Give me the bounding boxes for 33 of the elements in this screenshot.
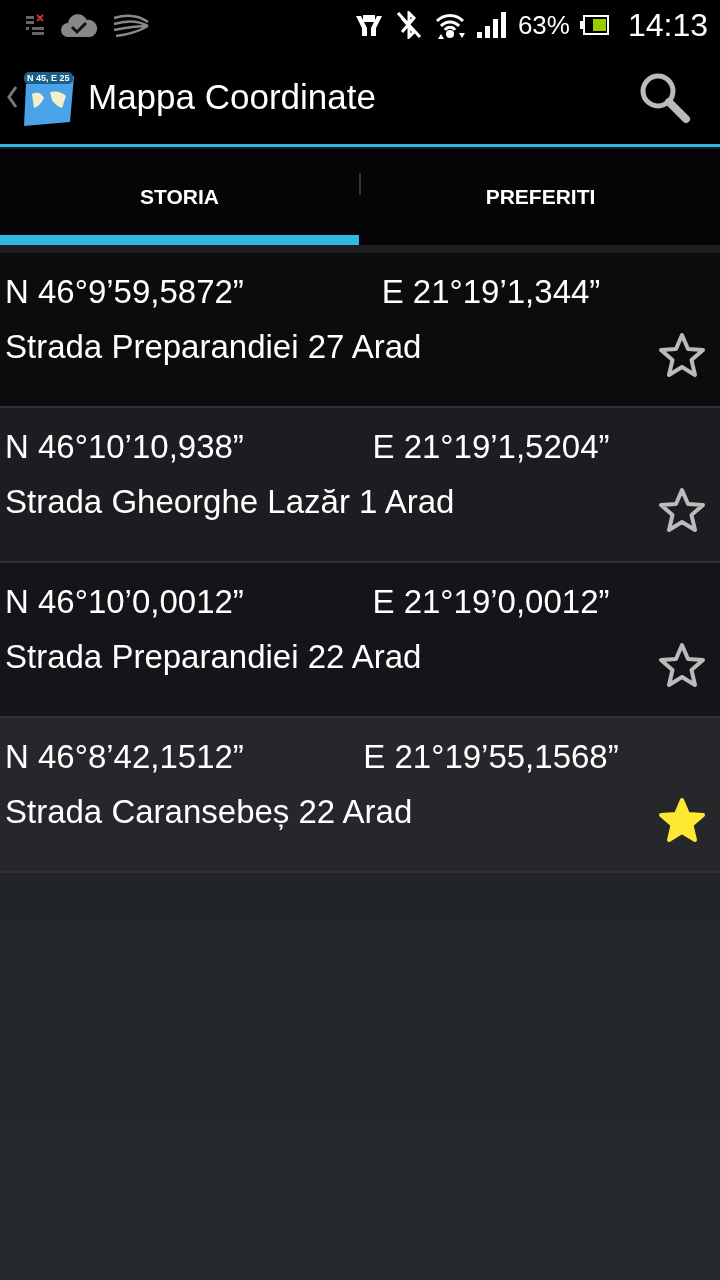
battery-percent: 63%	[517, 9, 570, 41]
signal-icon	[475, 11, 508, 39]
address: Strada Preparandiei 27 Arad	[5, 328, 422, 366]
clock: 14:13	[627, 6, 708, 44]
app-icon-label: N 45, E 25	[24, 72, 73, 84]
history-row[interactable]: N 46°10’0,0012” E 21°19’0,0012” Strada Preparandiei 22 Arad	[0, 563, 720, 718]
tab[interactable]: PREFERITI	[361, 149, 720, 245]
latitude: N 46°8’42,1512”	[5, 738, 245, 776]
longitude: E 21°19’1,5204”	[371, 428, 611, 466]
app-home-button[interactable]: N 45, E 25	[0, 68, 78, 126]
app-title: Mappa Coordinate	[88, 77, 377, 117]
address: Strada Gheorghe Lazăr 1 Arad	[5, 483, 455, 521]
swoosh-logo-icon	[112, 12, 150, 38]
latitude: N 46°10’0,0012”	[5, 583, 245, 621]
outline-star-icon[interactable]	[658, 642, 706, 688]
latitude: N 46°10’10,938”	[5, 428, 245, 466]
outline-star-icon[interactable]	[658, 332, 706, 378]
longitude: E 21°19’55,1568”	[362, 738, 620, 776]
history-row[interactable]: N 46°8’42,1512” E 21°19’55,1568” Strada Caransebeș 22 Arad	[0, 718, 720, 873]
wifi-icon	[433, 11, 466, 39]
notification-list-icon	[24, 13, 46, 37]
battery-icon	[579, 14, 610, 36]
history-row[interactable]: N 46°9’59,5872” E 21°19’1,344” Strada Preparandiei 27 Arad	[0, 253, 720, 408]
latitude: N 46°9’59,5872”	[5, 273, 245, 311]
outline-star-icon[interactable]	[658, 487, 706, 533]
hands-icon	[353, 12, 384, 38]
cloud-check-icon	[60, 12, 98, 38]
longitude: E 21°19’1,344”	[380, 273, 602, 311]
address: Strada Preparandiei 22 Arad	[5, 638, 422, 676]
chevron-left-icon	[6, 85, 18, 109]
address: Strada Caransebeș 22 Arad	[5, 793, 413, 831]
filled-star-icon[interactable]	[658, 797, 706, 843]
longitude: E 21°19’0,0012”	[371, 583, 611, 621]
